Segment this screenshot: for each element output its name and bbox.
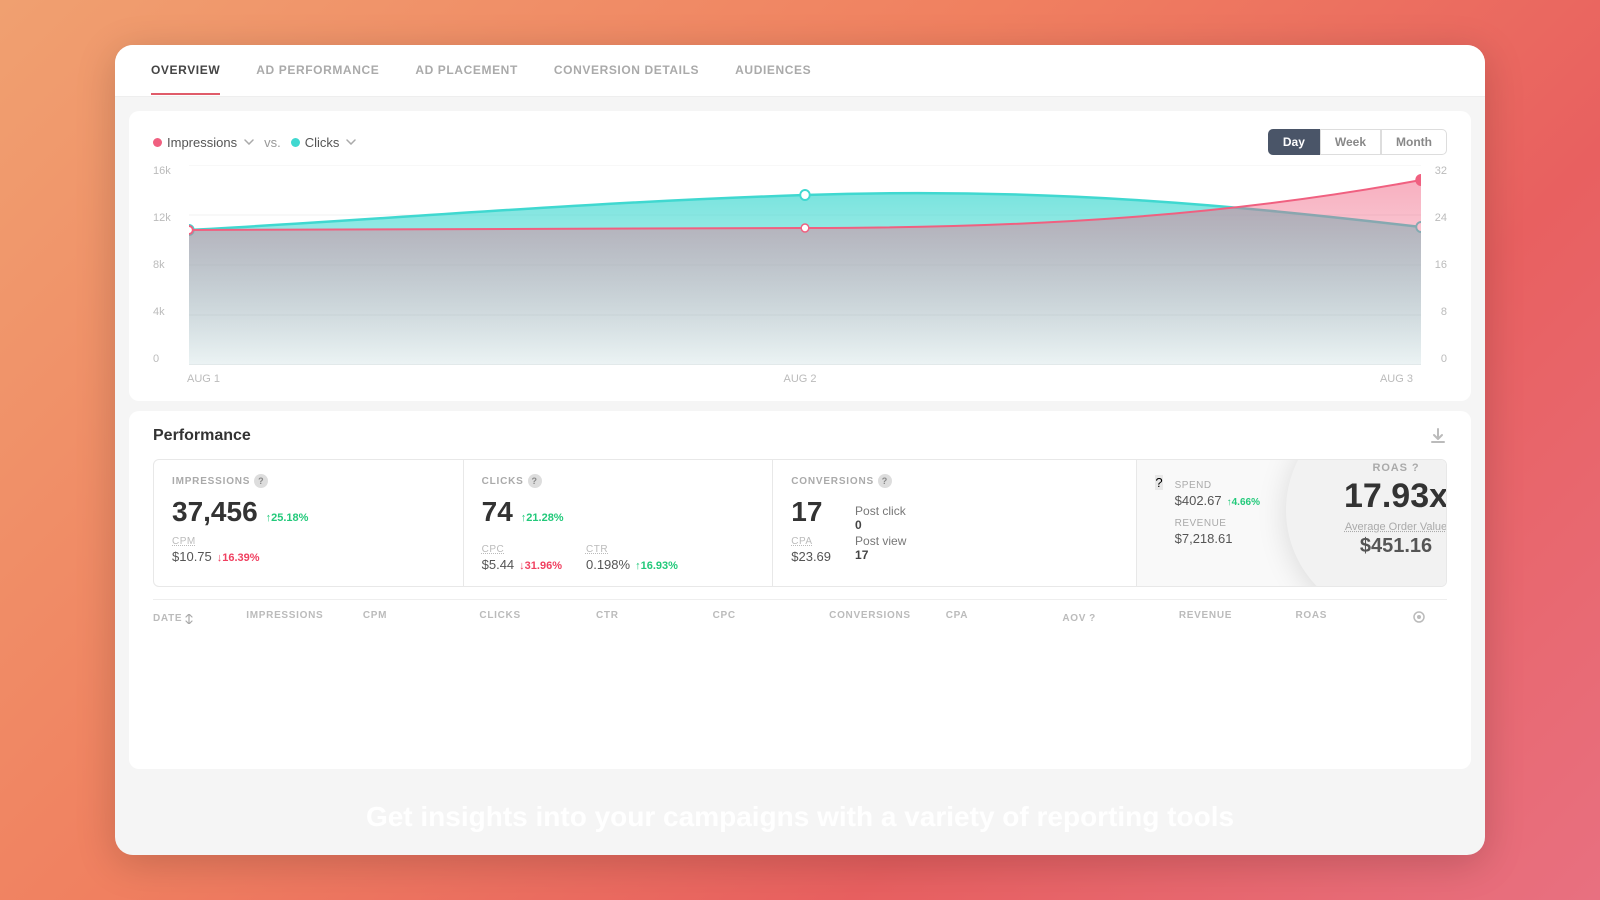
- col-aov: AOV ?: [1062, 610, 1179, 627]
- ctr-label[interactable]: CTR: [586, 544, 678, 555]
- post-view-value: 17: [855, 548, 868, 562]
- clicks-metric: CLICKS ? 74 ↑21.28% CPC $5.44 ↓31.96%: [464, 460, 774, 586]
- roas-aov-label[interactable]: Average Order Value: [1345, 521, 1447, 533]
- cpc-sub: CPC $5.44 ↓31.96%: [482, 544, 562, 572]
- col-cpc: CPC: [713, 610, 830, 627]
- x-label-aug1: AUG 1: [187, 373, 220, 385]
- roas-aov-value: $451.16: [1360, 535, 1432, 558]
- cpa-value: $23.69: [791, 549, 831, 564]
- post-metrics: Post click 0 Post view 17: [855, 504, 906, 564]
- clicks-value: 74 ↑21.28%: [482, 496, 755, 528]
- nav-conversion-details[interactable]: CONVERSION DETAILS: [554, 47, 699, 95]
- conversions-metric-label: CONVERSIONS ?: [791, 474, 1118, 488]
- day-button[interactable]: Day: [1268, 129, 1320, 155]
- chart-area: 16k 12k 8k 4k 0 32 24 16 8 0: [153, 165, 1447, 385]
- chart-section: Impressions vs. Clicks Day Week Mont: [129, 111, 1471, 401]
- ctr-sub: CTR 0.198% ↑16.93%: [586, 544, 678, 572]
- x-axis-labels: AUG 1 AUG 2 AUG 3: [153, 373, 1447, 385]
- nav-ad-performance[interactable]: AD PERFORMANCE: [256, 47, 379, 95]
- cpm-label[interactable]: CPM: [172, 536, 445, 547]
- impressions-dropdown[interactable]: [242, 139, 254, 145]
- conversions-metric: CONVERSIONS ? 17 CPA $23.69: [773, 460, 1137, 586]
- week-button[interactable]: Week: [1320, 129, 1381, 155]
- bottom-banner: Get insights into your campaigns with a …: [115, 779, 1485, 855]
- post-click-value: 0: [855, 518, 862, 532]
- download-button[interactable]: [1429, 427, 1447, 450]
- conversions-value: 17: [791, 496, 831, 528]
- roas-metric: ? Spend $402.67 ↑4.66% Revenue: [1137, 460, 1446, 586]
- y-axis-left: 16k 12k 8k 4k 0: [153, 165, 185, 365]
- col-clicks: CLICKS: [479, 610, 596, 627]
- vs-label: vs.: [264, 135, 281, 150]
- impressions-info-icon[interactable]: ?: [254, 474, 268, 488]
- nav-ad-placement[interactable]: AD PLACEMENT: [415, 47, 518, 95]
- col-settings[interactable]: [1412, 610, 1447, 627]
- col-conversions: CONVERSIONS: [829, 610, 946, 627]
- clicks-dropdown[interactable]: [344, 139, 356, 145]
- roas-popup-label: ROAS ?: [1373, 462, 1420, 474]
- cpc-label[interactable]: CPC: [482, 544, 562, 555]
- metrics-row: IMPRESSIONS ? 37,456 ↑25.18% CPM $10.75 …: [153, 459, 1447, 587]
- x-label-aug2: AUG 2: [783, 373, 816, 385]
- chart-svg: [189, 165, 1421, 365]
- ctr-value: 0.198% ↑16.93%: [586, 557, 678, 572]
- clicks-legend[interactable]: Clicks: [291, 135, 357, 150]
- nav-audiences[interactable]: AUDIENCES: [735, 47, 811, 95]
- cpm-change: ↓16.39%: [217, 552, 260, 564]
- roas-info-icon[interactable]: ?: [1412, 462, 1420, 474]
- cpm-value: $10.75 ↓16.39%: [172, 549, 445, 564]
- col-revenue: REVENUE: [1179, 610, 1296, 627]
- spend-value: $402.67 ↑4.66%: [1175, 493, 1260, 508]
- month-button[interactable]: Month: [1381, 129, 1447, 155]
- col-roas: ROAS: [1295, 610, 1412, 627]
- impressions-sub: CPM $10.75 ↓16.39%: [172, 536, 445, 564]
- y-axis-right: 32 24 16 8 0: [1423, 165, 1447, 365]
- clicks-info-icon[interactable]: ?: [528, 474, 542, 488]
- col-date[interactable]: DATE: [153, 610, 246, 627]
- table-header-row: DATE IMPRESSIONS CPM CLICKS CTR CPC CONV…: [153, 599, 1447, 627]
- col-cpm: CPM: [363, 610, 480, 627]
- conversions-info-icon[interactable]: ?: [878, 474, 892, 488]
- col-cpa: CPA: [946, 610, 1063, 627]
- impressions-metric-label: IMPRESSIONS ?: [172, 474, 445, 488]
- x-label-aug3: AUG 3: [1380, 373, 1413, 385]
- revenue-sub: Revenue $7,218.61: [1175, 518, 1260, 546]
- cpa-sub: CPA $23.69: [791, 536, 831, 564]
- cpc-change: ↓31.96%: [519, 560, 562, 572]
- performance-title: Performance: [153, 427, 1447, 445]
- performance-section: Performance IMPRESSIONS ? 37,456 ↑25.18%…: [129, 411, 1471, 769]
- roas-popup: ROAS ? 17.93x Average Order Value $451.1…: [1286, 459, 1447, 587]
- nav-overview[interactable]: OVERVIEW: [151, 47, 220, 95]
- time-period-buttons: Day Week Month: [1268, 129, 1447, 155]
- impressions-dot: [153, 138, 162, 147]
- roas-question-icon[interactable]: ?: [1155, 475, 1162, 490]
- spend-sub: Spend $402.67 ↑4.66%: [1175, 480, 1260, 508]
- main-card: OVERVIEW AD PERFORMANCE AD PLACEMENT CON…: [115, 45, 1485, 855]
- clicks-dot: [291, 138, 300, 147]
- roas-popup-value: 17.93x: [1344, 478, 1447, 515]
- revenue-value: $7,218.61: [1175, 531, 1260, 546]
- col-ctr: CTR: [596, 610, 713, 627]
- impressions-metric: IMPRESSIONS ? 37,456 ↑25.18% CPM $10.75 …: [154, 460, 464, 586]
- post-click-row: Post click 0: [855, 504, 906, 532]
- chart-legend: Impressions vs. Clicks: [153, 135, 356, 150]
- col-impressions: IMPRESSIONS: [246, 610, 363, 627]
- chart-header: Impressions vs. Clicks Day Week Mont: [153, 129, 1447, 155]
- clicks-metric-label: CLICKS ?: [482, 474, 755, 488]
- top-navigation: OVERVIEW AD PERFORMANCE AD PLACEMENT CON…: [115, 45, 1485, 97]
- clicks-change: ↑21.28%: [521, 512, 564, 524]
- impressions-change: ↑25.18%: [266, 512, 309, 524]
- post-view-row: Post view 17: [855, 534, 906, 562]
- impressions-label: Impressions: [167, 135, 237, 150]
- impressions-value: 37,456 ↑25.18%: [172, 496, 445, 528]
- ctr-change: ↑16.93%: [635, 560, 678, 572]
- cpa-label[interactable]: CPA: [791, 536, 831, 547]
- cpc-value: $5.44 ↓31.96%: [482, 557, 562, 572]
- clicks-label: Clicks: [305, 135, 340, 150]
- spend-change: ↑4.66%: [1227, 497, 1260, 508]
- bottom-banner-text: Get insights into your campaigns with a …: [137, 801, 1463, 833]
- aov-info-icon[interactable]: ?: [1089, 613, 1096, 624]
- impressions-legend[interactable]: Impressions: [153, 135, 254, 150]
